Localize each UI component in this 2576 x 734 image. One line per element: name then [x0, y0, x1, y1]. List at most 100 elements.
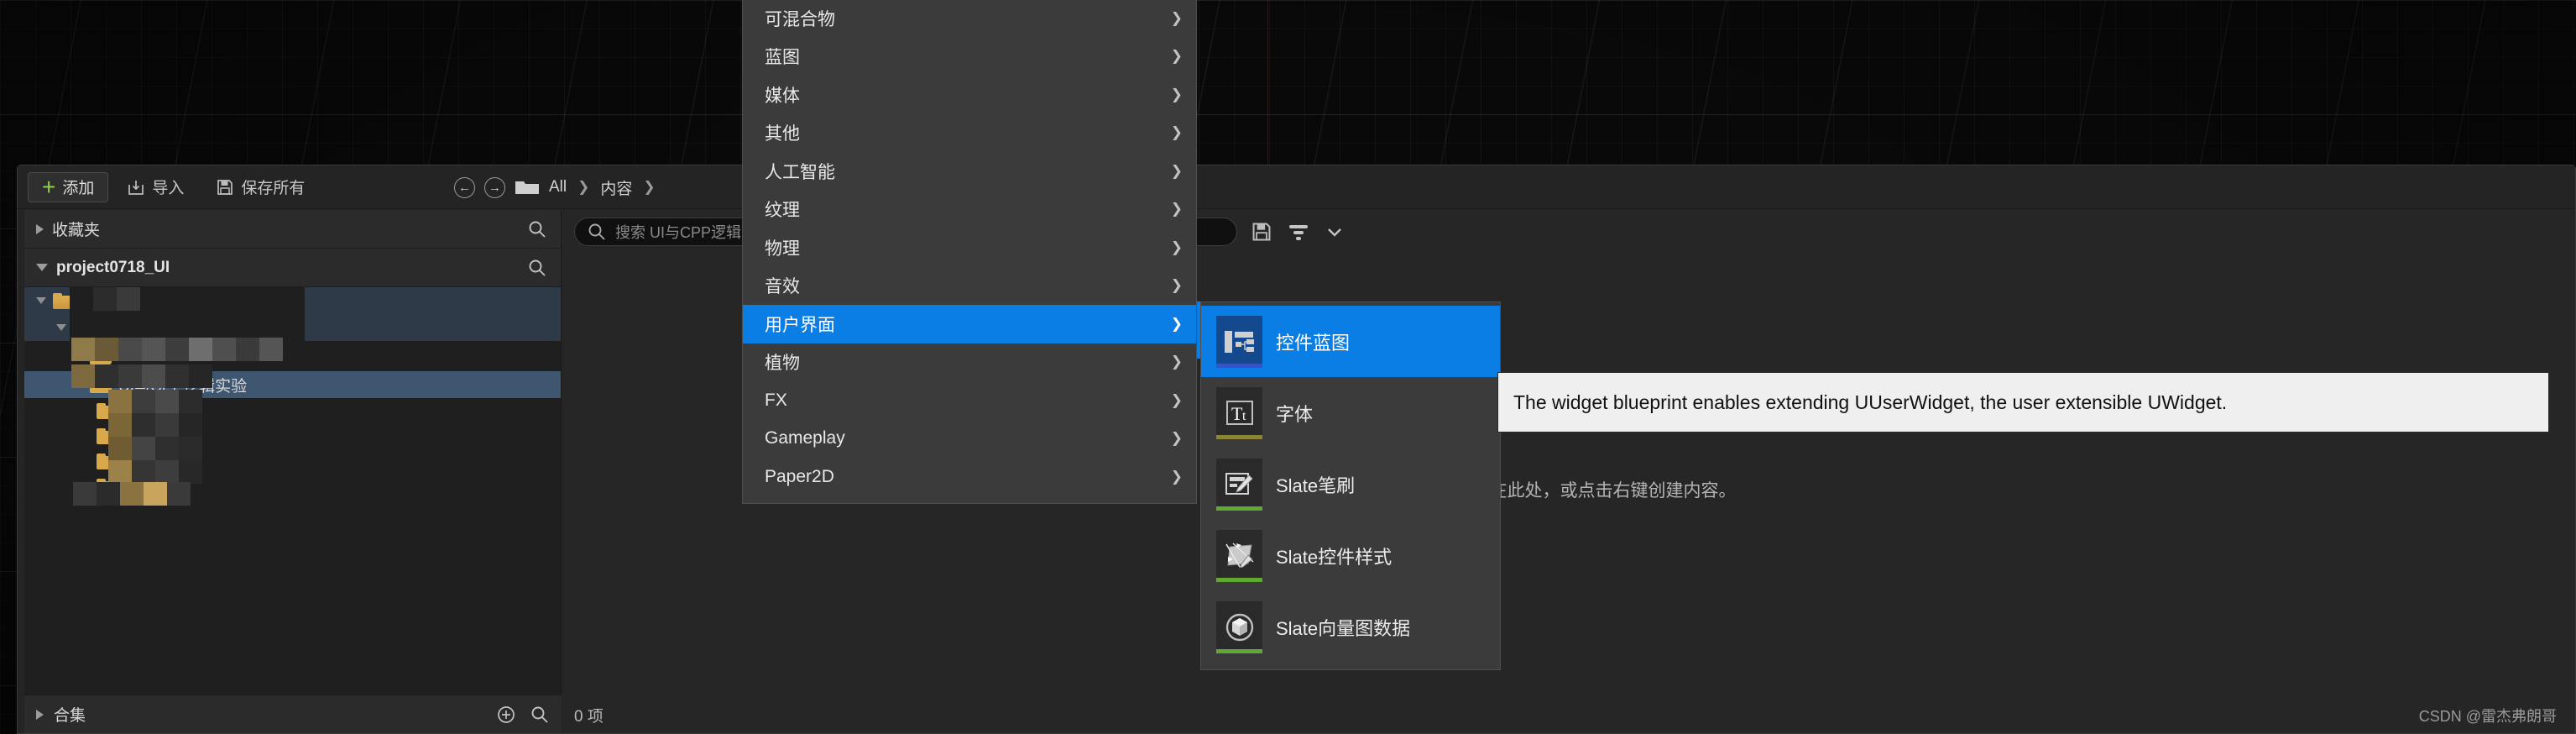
menu-item-foliage[interactable]: 植物 ❯	[743, 343, 1196, 382]
submenu-item-widget-blueprint[interactable]: 控件蓝图	[1201, 306, 1500, 377]
sources-panel: 收藏夹 project0718_UI	[24, 210, 562, 695]
save-all-button[interactable]: 保存所有	[202, 172, 318, 202]
import-icon	[127, 178, 145, 197]
breadcrumb: ← → All ❯ 内容 ❯	[454, 165, 657, 209]
save-icon[interactable]	[1251, 221, 1272, 243]
collections-label: 合集	[54, 707, 86, 725]
chevron-right-icon[interactable]	[36, 709, 44, 720]
menu-item-label: 其他	[765, 124, 800, 144]
menu-item-label: 人工智能	[765, 162, 835, 182]
search-icon[interactable]	[527, 219, 547, 239]
breadcrumb-item-all[interactable]: All	[549, 178, 567, 197]
menu-item-label: 植物	[765, 354, 800, 374]
watermark: CSDN @雷杰弗朗哥	[2418, 708, 2557, 725]
menu-item-label: 纹理	[765, 201, 800, 221]
menu-item-misc[interactable]: 其他 ❯	[743, 114, 1196, 153]
submenu-item-label: 控件蓝图	[1276, 332, 1351, 354]
search-icon[interactable]	[527, 258, 547, 278]
filter-icon[interactable]	[1286, 221, 1311, 243]
slate-widget-style-icon	[1216, 529, 1262, 582]
chevron-right-icon: ❯	[1170, 162, 1183, 179]
chevron-right-icon: ❯	[1170, 124, 1183, 141]
arrow-left-icon[interactable]: ←	[454, 176, 475, 198]
svg-text:t: t	[1242, 409, 1246, 423]
menu-item-gameplay[interactable]: Gameplay ❯	[743, 420, 1196, 459]
menu-item-label: 蓝图	[765, 48, 800, 68]
asset-accent-bar	[1216, 648, 1262, 653]
item-count-status: 0 项	[574, 708, 604, 726]
menu-item-ai[interactable]: 人工智能 ❯	[743, 152, 1196, 191]
menu-item-label: FX	[765, 390, 787, 410]
menu-item-label: 媒体	[765, 86, 800, 106]
tree-item-censored[interactable]	[24, 448, 561, 474]
import-button-label: 导入	[152, 180, 185, 197]
chevron-right-icon: ❯	[1170, 315, 1183, 332]
menu-item-fx[interactable]: FX ❯	[743, 381, 1196, 420]
collections-bar: 合集	[24, 695, 562, 733]
chevron-down-icon[interactable]	[1325, 222, 1345, 242]
chevron-right-icon: ❯	[643, 179, 656, 195]
submenu-item-font[interactable]: T t 字体	[1201, 377, 1500, 448]
slate-brush-icon	[1216, 458, 1262, 511]
tooltip-text: The widget blueprint enables extending U…	[1513, 391, 2228, 413]
submenu-item-slate-widget-style[interactable]: Slate控件样式	[1201, 520, 1500, 591]
search-icon[interactable]	[530, 705, 550, 725]
add-button[interactable]: + 添加	[28, 171, 109, 202]
folder-tree: All 内容 UI与CPP逻辑实验	[24, 287, 561, 695]
menu-item-label: 用户界面	[765, 315, 835, 335]
chevron-right-icon: ❯	[1170, 48, 1183, 65]
import-button[interactable]: 导入	[113, 172, 197, 202]
project-row[interactable]: project0718_UI	[24, 249, 561, 287]
menu-item-physics[interactable]: 物理 ❯	[743, 228, 1196, 267]
chevron-right-icon: ❯	[1170, 9, 1183, 26]
censor-mosaic	[71, 364, 212, 388]
plus-icon: +	[42, 173, 56, 200]
save-icon	[216, 178, 234, 197]
chevron-right-icon[interactable]	[36, 223, 44, 234]
menu-item-blueprint[interactable]: 蓝图 ❯	[743, 38, 1196, 76]
chevron-right-icon: ❯	[1170, 277, 1183, 294]
chevron-right-icon: ❯	[1170, 468, 1183, 485]
chevron-right-icon: ❯	[1170, 391, 1183, 408]
chevron-down-icon[interactable]	[36, 264, 48, 271]
folder-icon	[515, 178, 540, 197]
plus-circle-icon[interactable]	[496, 705, 516, 725]
chevron-right-icon: ❯	[577, 179, 590, 195]
chevron-down-icon[interactable]	[56, 324, 66, 331]
widget-blueprint-icon	[1216, 315, 1262, 368]
menu-item-texture[interactable]: 纹理 ❯	[743, 191, 1196, 229]
submenu-item-label: Slate笔刷	[1276, 474, 1356, 496]
chevron-down-icon[interactable]	[36, 297, 46, 304]
save-all-button-label: 保存所有	[241, 180, 306, 197]
menu-item-label: 音效	[765, 277, 800, 297]
menu-item-audio[interactable]: 音效 ❯	[743, 267, 1196, 306]
menu-item-paper2d[interactable]: Paper2D ❯	[743, 458, 1196, 496]
submenu-item-slate-brush[interactable]: Slate笔刷	[1201, 448, 1500, 520]
slate-vector-art-icon	[1216, 600, 1262, 653]
chevron-right-icon: ❯	[1170, 239, 1183, 255]
menu-item-media[interactable]: 媒体 ❯	[743, 76, 1196, 114]
favorites-row[interactable]: 收藏夹	[24, 210, 561, 249]
favorites-label: 收藏夹	[52, 222, 101, 239]
submenu-item-slate-vector-art[interactable]: Slate向量图数据	[1201, 591, 1500, 663]
submenu-item-label: Slate向量图数据	[1276, 617, 1411, 639]
chevron-right-icon: ❯	[1170, 86, 1183, 102]
screen: + 添加 导入 保存所有 ← → All ❯ 内容 ❯ 收藏夹 project0…	[0, 0, 2576, 734]
menu-item-user-interface[interactable]: 用户界面 ❯	[743, 305, 1196, 343]
menu-item-label: Paper2D	[765, 466, 834, 486]
project-label: project0718_UI	[56, 258, 170, 276]
font-icon: T t	[1216, 386, 1262, 439]
breadcrumb-item-content[interactable]: 内容	[600, 176, 632, 199]
asset-accent-bar	[1216, 577, 1262, 582]
search-icon	[587, 222, 607, 242]
arrow-right-icon[interactable]: →	[484, 176, 505, 198]
add-button-label: 添加	[62, 180, 95, 197]
menu-item-blendable[interactable]: 可混合物 ❯	[743, 0, 1196, 38]
svg-text:T: T	[1231, 403, 1243, 424]
create-asset-context-menu: 可混合物 ❯ 蓝图 ❯ 媒体 ❯ 其他 ❯ 人工智能 ❯ 纹理 ❯ 物理 ❯ 音…	[742, 0, 1197, 504]
chevron-right-icon: ❯	[1170, 430, 1183, 447]
submenu-item-label: Slate控件样式	[1276, 546, 1393, 568]
censor-mosaic	[73, 482, 191, 506]
menu-item-label: 可混合物	[765, 9, 835, 29]
censor-mosaic	[108, 390, 209, 484]
